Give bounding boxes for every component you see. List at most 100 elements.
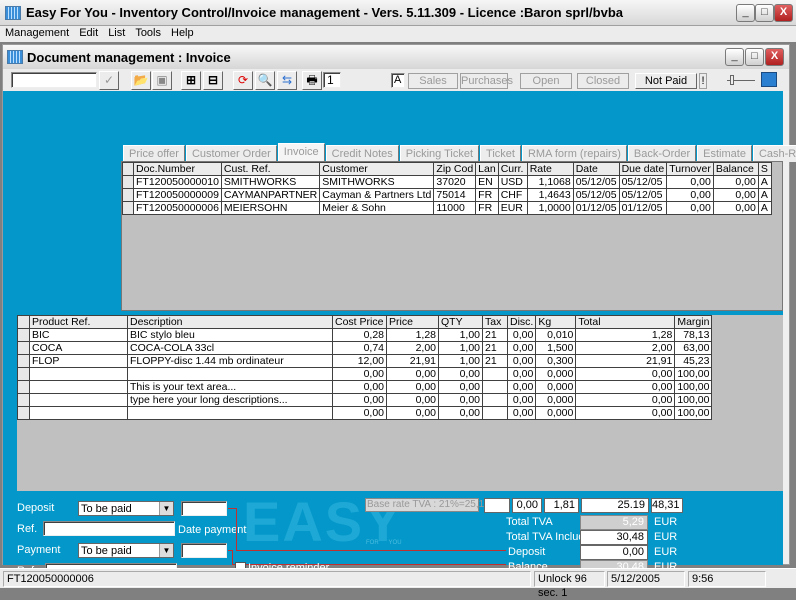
tab-cash-register[interactable]: Cash-Register	[752, 145, 796, 162]
column-header[interactable]: Product Ref.	[29, 315, 128, 329]
row-selector[interactable]	[17, 406, 30, 420]
print-icon[interactable]: 🖶	[302, 71, 322, 90]
table-cell[interactable]: 0,00	[506, 393, 537, 407]
table-cell[interactable]: Cayman & Partners Ltd	[319, 188, 435, 202]
column-header[interactable]: Cust. Ref.	[220, 162, 321, 176]
table-row[interactable]: 0,00 0,00 0,00 0,00 0,000 0,00 100,00	[17, 367, 713, 381]
table-cell[interactable]: 21	[482, 341, 508, 355]
row-selector[interactable]	[17, 367, 30, 381]
child-maximize-button[interactable]: □	[745, 48, 764, 66]
table-cell[interactable]: 100,00	[674, 380, 713, 394]
refresh-icon[interactable]: ⟳	[233, 71, 253, 90]
table-cell[interactable]: 0,00	[506, 341, 537, 355]
table-cell[interactable]: 0,00	[575, 367, 676, 381]
tab-invoice[interactable]: Invoice	[277, 143, 325, 162]
table-cell[interactable]: 1,00	[438, 354, 483, 368]
column-header[interactable]: Total	[575, 315, 676, 329]
column-header[interactable]: Kg	[535, 315, 577, 329]
table-cell[interactable]: FLOPPY-disc 1.44 mb ordinateur	[127, 354, 333, 368]
row-selector[interactable]	[122, 188, 134, 202]
table-cell[interactable]: 78,13	[674, 328, 713, 342]
table-cell[interactable]: 0,00	[575, 380, 676, 394]
table-cell[interactable]: A	[757, 175, 772, 189]
column-header[interactable]: Zip Cod	[433, 162, 477, 176]
column-header[interactable]: Doc.Number	[133, 162, 222, 176]
table-cell[interactable]: 0,000	[535, 380, 577, 394]
table-cell[interactable]: 0,00	[712, 201, 759, 215]
table-row[interactable]: 0,00 0,00 0,00 0,00 0,000 0,00 100,00	[17, 406, 713, 420]
table-cell[interactable]: 0,000	[535, 367, 577, 381]
table-cell[interactable]: 0,00	[506, 354, 537, 368]
minimize-button[interactable]: _	[736, 4, 755, 22]
row-selector[interactable]	[17, 328, 30, 342]
table-cell[interactable]: 0,00	[438, 380, 483, 394]
purchases-button[interactable]: Purchases	[460, 73, 513, 89]
tab-price-offer[interactable]: Price offer	[123, 145, 185, 162]
table-cell[interactable]: 0,00	[438, 367, 483, 381]
closed-button[interactable]: Closed	[577, 73, 629, 89]
column-header[interactable]: Margin	[674, 315, 713, 329]
table-cell[interactable]	[127, 406, 333, 420]
table-cell[interactable]: 05/12/05	[572, 188, 620, 202]
table-cell[interactable]	[29, 380, 128, 394]
table-cell[interactable]: FT120050000010	[133, 175, 222, 189]
table-cell[interactable]: 21	[482, 328, 508, 342]
table-cell[interactable]	[29, 393, 128, 407]
table-cell[interactable]	[482, 393, 508, 407]
row-selector[interactable]	[17, 393, 30, 407]
table-cell[interactable]: 75014	[433, 188, 477, 202]
tab-picking-ticket[interactable]: Picking Ticket	[399, 145, 480, 162]
table-cell[interactable]: 1,00	[438, 328, 483, 342]
tab-estimate[interactable]: Estimate	[697, 145, 752, 162]
table-cell[interactable]: 01/12/05	[618, 201, 668, 215]
table-cell[interactable]: 0,00	[438, 393, 483, 407]
table-cell[interactable]: 1,00	[438, 341, 483, 355]
table-row[interactable]: FT120050000006 MEIERSOHN Meier & Sohn 11000…	[122, 201, 772, 215]
column-header[interactable]: Price	[386, 315, 439, 329]
table-cell[interactable]: 0,00	[386, 367, 439, 381]
table-cell[interactable]: FT120050000009	[133, 188, 222, 202]
table-cell[interactable]: BIC	[29, 328, 128, 342]
copies-field[interactable]: 1	[323, 72, 341, 88]
maximize-button[interactable]: □	[755, 4, 774, 22]
table-cell[interactable]: SMITHWORKS	[319, 175, 435, 189]
table-cell[interactable]: 0,00	[666, 201, 714, 215]
row-selector[interactable]	[122, 175, 134, 189]
table-cell[interactable]: 100,00	[674, 406, 713, 420]
menu-tools[interactable]: Tools	[130, 26, 166, 39]
table-cell[interactable]: SMITHWORKS	[220, 175, 321, 189]
add-document-icon[interactable]: ⊞	[181, 71, 201, 90]
child-close-button[interactable]: X	[765, 48, 784, 66]
row-selector[interactable]	[17, 354, 30, 368]
table-cell[interactable]	[482, 406, 508, 420]
tab-back-order[interactable]: Back-Order	[627, 145, 697, 162]
table-cell[interactable]: 0,00	[332, 380, 387, 394]
tab-ticket[interactable]: Ticket	[480, 145, 521, 162]
deposit-total-field[interactable]: 0,00	[580, 545, 648, 560]
menu-list[interactable]: List	[103, 26, 130, 39]
table-cell[interactable]: 05/12/05	[572, 175, 620, 189]
table-cell[interactable]: BIC stylo bleu	[127, 328, 333, 342]
deposit-status-select[interactable]: To be paid ▼	[78, 501, 174, 516]
table-cell[interactable]	[127, 367, 333, 381]
deposit-ref-input[interactable]	[43, 521, 175, 536]
column-header[interactable]: Description	[127, 315, 333, 329]
column-header[interactable]: Rate	[526, 162, 574, 176]
info-button[interactable]: !	[699, 73, 707, 89]
chevron-down-icon[interactable]: ▼	[159, 544, 173, 557]
column-header[interactable]: QTY	[438, 315, 483, 329]
table-cell[interactable]: FR	[475, 188, 499, 202]
slider-thumb[interactable]	[730, 75, 734, 85]
column-header[interactable]: Curr.	[497, 162, 528, 176]
table-cell[interactable]: MEIERSOHN	[220, 201, 321, 215]
table-row[interactable]: This is your text area... 0,00 0,00 0,00 0,0…	[17, 380, 713, 394]
table-cell[interactable]: 0,00	[332, 367, 387, 381]
table-cell[interactable]	[29, 367, 128, 381]
table-cell[interactable]: 0,00	[386, 406, 439, 420]
table-cell[interactable]: 0,010	[535, 328, 577, 342]
column-header[interactable]: Date	[572, 162, 620, 176]
table-cell[interactable]: 1,1068	[526, 175, 574, 189]
table-cell[interactable]: 0,00	[575, 393, 676, 407]
table-cell[interactable]: type here your long descriptions...	[127, 393, 333, 407]
table-cell[interactable]: 2,00	[386, 341, 439, 355]
